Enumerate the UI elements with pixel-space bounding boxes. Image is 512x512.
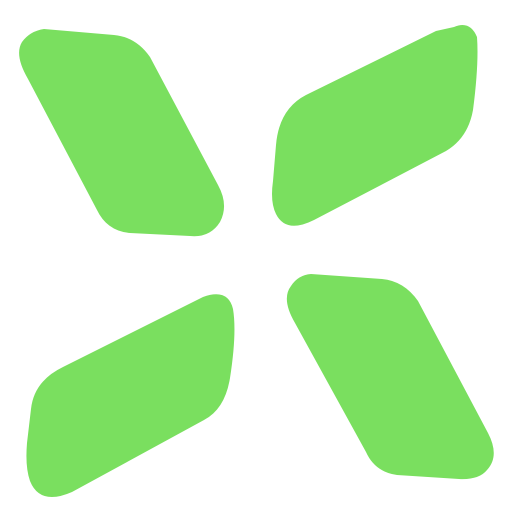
four-petal-x-logo-icon xyxy=(19,24,494,498)
petal-top-right xyxy=(272,24,478,226)
petal-bottom-right xyxy=(286,274,494,480)
logo-canvas xyxy=(0,0,512,512)
petal-top-left xyxy=(19,29,225,237)
petal-bottom-left xyxy=(26,294,235,498)
